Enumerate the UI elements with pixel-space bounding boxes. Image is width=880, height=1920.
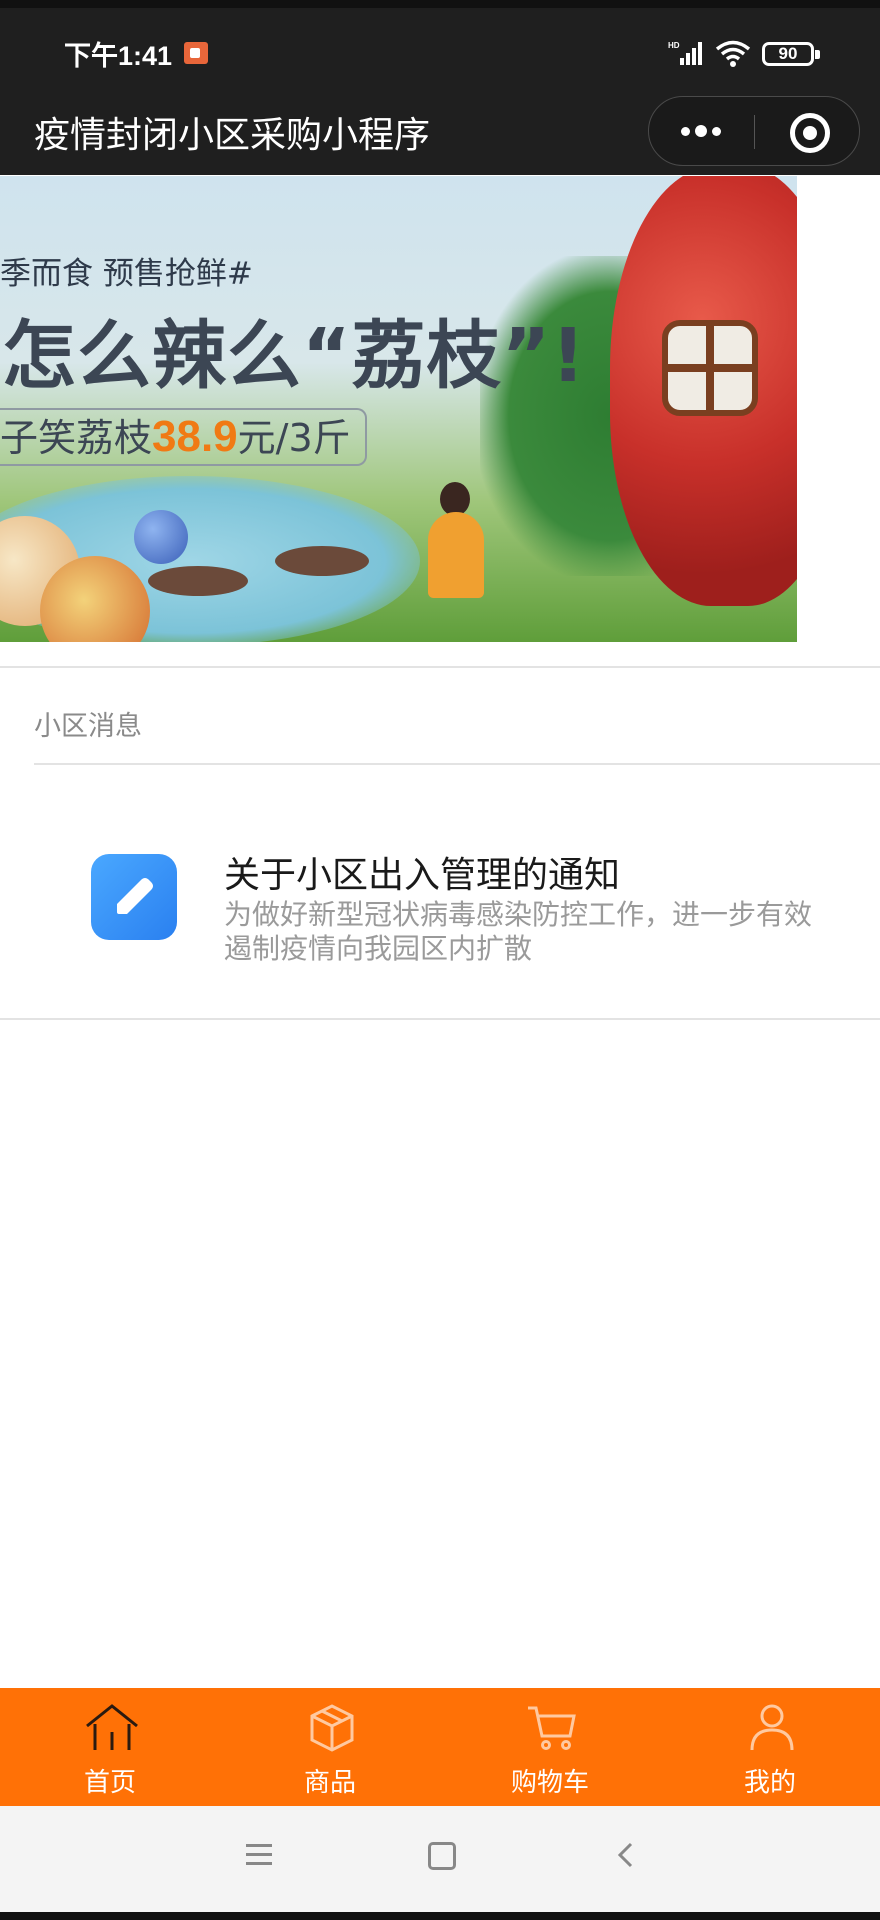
banner-window — [662, 320, 758, 416]
banner-unit: 元/3斤 — [237, 416, 351, 460]
svg-text:HD: HD — [668, 41, 680, 50]
more-options-button[interactable] — [649, 97, 754, 165]
user-icon — [750, 1704, 794, 1751]
home-icon — [86, 1704, 138, 1750]
tab-label: 我的 — [743, 1768, 796, 1798]
section-title: 小区消息 — [34, 711, 142, 742]
tab-mine[interactable]: 我的 — [660, 1688, 880, 1806]
signal-icon: HD — [668, 41, 702, 65]
home-square-icon[interactable] — [428, 1842, 456, 1870]
tab-label: 首页 — [83, 1768, 136, 1798]
notice-description: 为做好新型冠状病毒感染防控工作，进一步有效遏制疫情向我园区内扩散 — [224, 898, 813, 965]
status-time: 下午1:41 — [64, 41, 173, 71]
menu-icon[interactable] — [246, 1844, 272, 1866]
tab-bar: 首页 商品 购物车 我的 — [0, 1688, 880, 1806]
banner-price-box: 子笑荔枝38.9元/3斤 — [0, 408, 367, 466]
cart-icon — [528, 1706, 576, 1750]
tab-home[interactable]: 首页 — [0, 1688, 220, 1806]
box-icon — [310, 1704, 354, 1752]
tab-label: 商品 — [303, 1768, 356, 1798]
wifi-icon — [715, 40, 751, 67]
divider — [0, 666, 880, 668]
screen-edge — [0, 1912, 880, 1920]
divider — [34, 763, 880, 765]
list-item[interactable]: 关于小区出入管理的通知 为做好新型冠状病毒感染防控工作，进一步有效遏制疫情向我园… — [0, 766, 880, 1018]
system-nav-bar — [0, 1806, 880, 1920]
banner-girl-dress — [428, 512, 484, 598]
banner-headline: 怎么辣么“荔枝”! — [2, 313, 587, 399]
banner-girl-head — [440, 482, 470, 516]
app-title: 疫情封闭小区采购小程序 — [34, 115, 431, 156]
promo-banner[interactable]: 季而食 预售抢鲜# 怎么辣么“荔枝”! 子笑荔枝38.9元/3斤 — [0, 176, 797, 642]
tab-products[interactable]: 商品 — [220, 1688, 440, 1806]
banner-tagline: 季而食 预售抢鲜# — [0, 256, 253, 292]
divider — [0, 1018, 880, 1020]
close-miniprogram-button[interactable] — [755, 97, 859, 165]
banner-price: 38.9 — [152, 412, 238, 461]
back-icon[interactable] — [616, 1842, 636, 1868]
battery-indicator: 90 — [762, 42, 820, 66]
banner-stone — [275, 546, 369, 576]
top-bar: 下午1:41 HD 90 疫情封闭小区采购小程序 — [0, 0, 880, 175]
tab-cart[interactable]: 购物车 — [440, 1688, 660, 1806]
banner-product: 子笑荔枝 — [0, 416, 153, 460]
miniprogram-capsule — [648, 96, 860, 166]
tab-label: 购物车 — [510, 1768, 589, 1798]
notice-title: 关于小区出入管理的通知 — [224, 855, 621, 896]
screen-record-icon — [184, 42, 208, 64]
target-icon — [790, 113, 830, 153]
edit-icon — [91, 854, 177, 940]
banner-blueberry — [134, 510, 188, 564]
banner-stone — [148, 566, 248, 596]
